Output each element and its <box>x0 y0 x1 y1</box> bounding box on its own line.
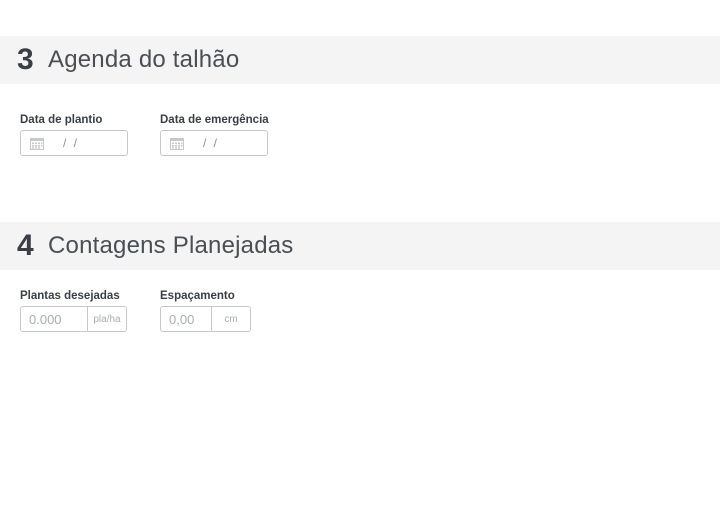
spacing-label: Espaçamento <box>160 290 235 302</box>
section-3-number: 3 <box>17 43 34 76</box>
section-3-title: Agenda do talhão <box>48 46 240 73</box>
section-4-title: Contagens Planejadas <box>48 232 294 259</box>
spacing-value[interactable]: 0,00 <box>161 307 212 331</box>
emergence-date-label: Data de emergência <box>160 114 269 126</box>
planting-date-mask: / / <box>63 136 78 150</box>
calendar-icon <box>30 137 44 150</box>
planting-date-input[interactable]: / / <box>20 130 128 156</box>
desired-plants-field: Plantas desejadas 0.000 pla/ha <box>20 289 127 332</box>
desired-plants-input[interactable]: 0.000 pla/ha <box>20 306 127 332</box>
section-3-header: 3 Agenda do talhão <box>0 36 720 84</box>
emergence-date-mask: / / <box>203 136 218 150</box>
emergence-date-field: Data de emergência / / <box>160 113 269 156</box>
emergence-date-input[interactable]: / / <box>160 130 268 156</box>
section-4-header: 4 Contagens Planejadas <box>0 222 720 270</box>
spacing-field: Espaçamento 0,00 cm <box>160 289 251 332</box>
planting-date-field: Data de plantio / / <box>20 113 128 156</box>
planting-date-label: Data de plantio <box>20 114 103 126</box>
desired-plants-label: Plantas desejadas <box>20 290 120 302</box>
desired-plants-unit: pla/ha <box>93 313 121 325</box>
calendar-icon <box>170 137 184 150</box>
spacing-unit: cm <box>224 313 238 325</box>
spacing-input[interactable]: 0,00 cm <box>160 306 251 332</box>
section-4-number: 4 <box>17 229 34 262</box>
desired-plants-value[interactable]: 0.000 <box>21 307 88 331</box>
